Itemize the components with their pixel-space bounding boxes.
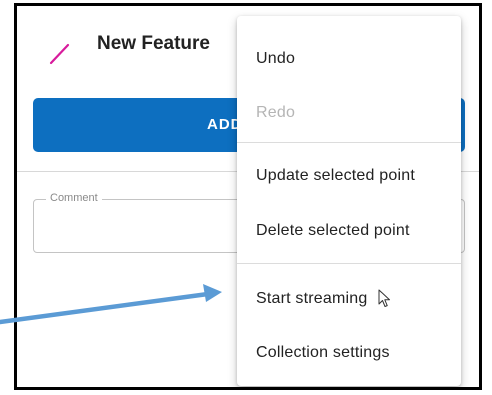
feature-editor: New Feature ADD Comment Undo Redo Update…	[17, 6, 479, 387]
menu-divider	[237, 142, 461, 143]
menu-item-delete-selected-point[interactable]: Delete selected point	[237, 204, 461, 258]
menu-item-undo[interactable]: Undo	[237, 32, 461, 86]
context-menu: Undo Redo Update selected point Delete s…	[237, 16, 461, 386]
menu-item-start-streaming[interactable]: Start streaming	[237, 272, 461, 326]
comment-label: Comment	[46, 192, 102, 204]
menu-item-update-selected-point[interactable]: Update selected point	[237, 149, 461, 203]
feature-title: New Feature	[97, 33, 210, 54]
menu-item-collection-settings[interactable]: Collection settings	[237, 326, 461, 380]
screenshot-frame: New Feature ADD Comment Undo Redo Update…	[14, 3, 482, 390]
mouse-cursor-icon	[378, 289, 390, 307]
pencil-icon	[49, 43, 70, 65]
menu-divider	[237, 263, 461, 264]
menu-item-redo: Redo	[256, 104, 296, 121]
